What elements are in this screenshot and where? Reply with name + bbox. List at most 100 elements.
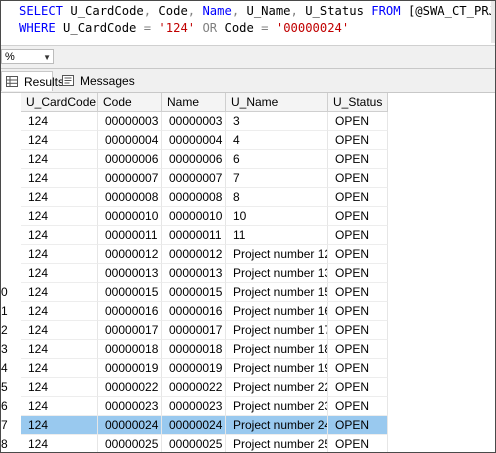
cell-u-cardcode[interactable]: 124 — [21, 397, 98, 416]
table-row[interactable]: 124 00000010 00000010 10 OPEN — [1, 207, 495, 226]
row-number[interactable] — [1, 188, 21, 207]
row-number[interactable] — [1, 150, 21, 169]
row-number[interactable]: 5 — [1, 378, 21, 397]
cell-name[interactable]: 00000004 — [162, 131, 226, 150]
cell-u-cardcode[interactable]: 124 — [21, 188, 98, 207]
cell-name[interactable]: 00000011 — [162, 226, 226, 245]
cell-code[interactable]: 00000013 — [98, 264, 162, 283]
cell-code[interactable]: 00000022 — [98, 378, 162, 397]
table-row[interactable]: 124 00000012 00000012 Project number 12 OPEN — [1, 245, 495, 264]
cell-u-status[interactable]: OPEN — [328, 283, 388, 302]
row-number[interactable] — [1, 169, 21, 188]
table-row[interactable]: 1 124 00000016 00000016 Project number 16 OPE… — [1, 302, 495, 321]
row-number[interactable] — [1, 207, 21, 226]
cell-u-name[interactable]: Project number 13 — [226, 264, 328, 283]
row-number[interactable]: 4 — [1, 359, 21, 378]
cell-name[interactable]: 00000016 — [162, 302, 226, 321]
cell-code[interactable]: 00000010 — [98, 207, 162, 226]
cell-name[interactable]: 00000015 — [162, 283, 226, 302]
cell-code[interactable]: 00000008 — [98, 188, 162, 207]
cell-u-status[interactable]: OPEN — [328, 169, 388, 188]
cell-u-name[interactable]: Project number 16 — [226, 302, 328, 321]
cell-u-name[interactable]: 7 — [226, 169, 328, 188]
cell-u-name[interactable]: 6 — [226, 150, 328, 169]
cell-u-cardcode[interactable]: 124 — [21, 112, 98, 131]
table-row[interactable]: 3 124 00000018 00000018 Project number 18 OPE… — [1, 340, 495, 359]
row-number[interactable]: 7 — [1, 416, 21, 435]
cell-u-cardcode[interactable]: 124 — [21, 264, 98, 283]
table-row[interactable]: 124 00000007 00000007 7 OPEN — [1, 169, 495, 188]
table-row[interactable]: 124 00000004 00000004 4 OPEN — [1, 131, 495, 150]
table-row[interactable]: 0 124 00000015 00000015 Project number 15 OPE… — [1, 283, 495, 302]
row-number[interactable]: 6 — [1, 397, 21, 416]
cell-u-status[interactable]: OPEN — [328, 264, 388, 283]
cell-code[interactable]: 00000017 — [98, 321, 162, 340]
cell-u-status[interactable]: OPEN — [328, 302, 388, 321]
cell-u-status[interactable]: OPEN — [328, 188, 388, 207]
cell-code[interactable]: 00000007 — [98, 169, 162, 188]
cell-code[interactable]: 00000011 — [98, 226, 162, 245]
cell-u-status[interactable]: OPEN — [328, 359, 388, 378]
row-number[interactable]: 1 — [1, 302, 21, 321]
header-col-code[interactable]: Code — [98, 93, 162, 112]
cell-u-cardcode[interactable]: 124 — [21, 321, 98, 340]
cell-u-status[interactable]: OPEN — [328, 321, 388, 340]
header-col-u-cardcode[interactable]: U_CardCode — [21, 93, 98, 112]
cell-u-name[interactable]: 11 — [226, 226, 328, 245]
cell-u-status[interactable]: OPEN — [328, 416, 388, 435]
cell-u-cardcode[interactable]: 124 — [21, 169, 98, 188]
cell-u-cardcode[interactable]: 124 — [21, 435, 98, 452]
table-row[interactable]: 124 00000006 00000006 6 OPEN — [1, 150, 495, 169]
cell-u-cardcode[interactable]: 124 — [21, 416, 98, 435]
table-row[interactable]: 5 124 00000022 00000022 Project number 22 OPE… — [1, 378, 495, 397]
cell-code[interactable]: 00000019 — [98, 359, 162, 378]
cell-u-cardcode[interactable]: 124 — [21, 378, 98, 397]
table-row[interactable]: 124 00000011 00000011 11 OPEN — [1, 226, 495, 245]
cell-u-name[interactable]: Project number 24 — [226, 416, 328, 435]
cell-u-cardcode[interactable]: 124 — [21, 207, 98, 226]
row-number[interactable]: 3 — [1, 340, 21, 359]
header-col-u-name[interactable]: U_Name — [226, 93, 328, 112]
table-row[interactable]: 2 124 00000017 00000017 Project number 17 OPE… — [1, 321, 495, 340]
row-number[interactable] — [1, 131, 21, 150]
cell-u-cardcode[interactable]: 124 — [21, 302, 98, 321]
row-number[interactable] — [1, 112, 21, 131]
cell-u-cardcode[interactable]: 124 — [21, 150, 98, 169]
cell-u-status[interactable]: OPEN — [328, 226, 388, 245]
tab-results[interactable]: Results — [1, 71, 64, 91]
cell-u-name[interactable]: 3 — [226, 112, 328, 131]
table-row[interactable]: 7 124 00000024 00000024 Project number 24 OPE… — [1, 416, 495, 435]
cell-u-name[interactable]: 10 — [226, 207, 328, 226]
cell-name[interactable]: 00000008 — [162, 188, 226, 207]
cell-u-status[interactable]: OPEN — [328, 340, 388, 359]
cell-name[interactable]: 00000006 — [162, 150, 226, 169]
row-number[interactable] — [1, 226, 21, 245]
table-row[interactable]: 6 124 00000023 00000023 Project number 23 OPE… — [1, 397, 495, 416]
row-number[interactable]: 2 — [1, 321, 21, 340]
header-col-u-status[interactable]: U_Status — [328, 93, 388, 112]
cell-name[interactable]: 00000022 — [162, 378, 226, 397]
cell-u-name[interactable]: 4 — [226, 131, 328, 150]
cell-u-cardcode[interactable]: 124 — [21, 131, 98, 150]
header-col-name[interactable]: Name — [162, 93, 226, 112]
table-row[interactable]: 124 00000013 00000013 Project number 13 OPEN — [1, 264, 495, 283]
cell-u-status[interactable]: OPEN — [328, 435, 388, 452]
cell-u-name[interactable]: Project number 18 — [226, 340, 328, 359]
cell-code[interactable]: 00000018 — [98, 340, 162, 359]
cell-u-status[interactable]: OPEN — [328, 112, 388, 131]
cell-name[interactable]: 00000012 — [162, 245, 226, 264]
tab-messages[interactable]: Messages — [58, 71, 136, 91]
table-row[interactable]: 8 124 00000025 00000025 Project number 25 OPE… — [1, 435, 495, 452]
cell-name[interactable]: 00000007 — [162, 169, 226, 188]
cell-code[interactable]: 00000024 — [98, 416, 162, 435]
cell-u-status[interactable]: OPEN — [328, 245, 388, 264]
cell-u-name[interactable]: Project number 23 — [226, 397, 328, 416]
cell-name[interactable]: 00000013 — [162, 264, 226, 283]
cell-name[interactable]: 00000018 — [162, 340, 226, 359]
table-row[interactable]: 124 00000003 00000003 3 OPEN — [1, 112, 495, 131]
cell-u-status[interactable]: OPEN — [328, 150, 388, 169]
row-number[interactable]: 0 — [1, 283, 21, 302]
cell-u-name[interactable]: Project number 15 — [226, 283, 328, 302]
cell-code[interactable]: 00000023 — [98, 397, 162, 416]
row-number[interactable] — [1, 245, 21, 264]
